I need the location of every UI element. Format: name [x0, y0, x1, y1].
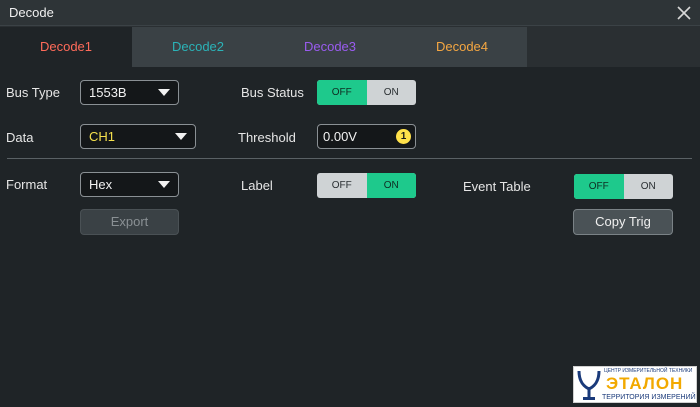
format-select[interactable]: Hex — [80, 172, 179, 197]
event-table-on[interactable]: ON — [624, 174, 674, 199]
copy-trig-button[interactable]: Copy Trig — [573, 209, 673, 235]
decode-tabs: Decode1 Decode2 Decode3 Decode4 — [0, 27, 527, 67]
close-button[interactable] — [674, 3, 694, 23]
event-table-label: Event Table — [463, 179, 531, 194]
etalon-logo-icon — [577, 370, 601, 400]
event-table-toggle[interactable]: OFF ON — [574, 174, 673, 199]
bus-type-value: 1553B — [89, 85, 127, 100]
label-toggle-label: Label — [241, 178, 273, 193]
data-source-select[interactable]: CH1 — [80, 124, 196, 149]
tab-label: Decode3 — [303, 39, 357, 54]
watermark-main-text: ЭТАЛОН — [606, 374, 684, 393]
title-bar: Decode — [0, 0, 700, 26]
decode-settings-panel: Bus Type 1553B Bus Status OFF ON Data CH… — [0, 67, 700, 407]
threshold-value: 0.00V — [323, 129, 357, 144]
watermark-bottom-text: ТЕРРИТОРИЯ ИЗМЕРЕНИЙ — [602, 394, 696, 401]
watermark-logo: ЦЕНТР ИЗМЕРИТЕЛЬНОЙ ТЕХНИКИ ЭТАЛОН ТЕРРИ… — [573, 366, 697, 403]
export-button[interactable]: Export — [80, 209, 179, 235]
event-table-off[interactable]: OFF — [574, 174, 624, 199]
divider — [7, 158, 692, 159]
threshold-input[interactable]: 0.00V 1 — [317, 124, 416, 149]
format-value: Hex — [89, 177, 113, 192]
tab-label: Decode1 — [39, 39, 93, 54]
bus-status-on[interactable]: ON — [367, 80, 417, 105]
bus-status-label: Bus Status — [241, 85, 304, 100]
chevron-down-icon — [158, 89, 170, 96]
data-label: Data — [6, 130, 34, 145]
tab-decode1[interactable]: Decode1 — [0, 27, 132, 67]
tab-decode3[interactable]: Decode3 — [264, 27, 396, 67]
tab-label: Decode2 — [171, 39, 225, 54]
label-on[interactable]: ON — [366, 173, 416, 198]
bus-type-select[interactable]: 1553B — [80, 80, 179, 105]
label-toggle[interactable]: OFF ON — [317, 173, 416, 198]
threshold-label: Threshold — [238, 130, 296, 145]
tab-decode2[interactable]: Decode2 — [132, 27, 264, 67]
label-off[interactable]: OFF — [317, 173, 367, 198]
chevron-down-icon — [158, 181, 170, 188]
tab-decode4[interactable]: Decode4 — [396, 27, 528, 67]
data-source-value: CH1 — [89, 129, 116, 144]
bus-status-off[interactable]: OFF — [317, 80, 367, 105]
chevron-down-icon — [175, 133, 187, 140]
bus-status-toggle[interactable]: OFF ON — [317, 80, 416, 105]
close-icon — [677, 6, 691, 20]
format-label: Format — [6, 177, 48, 192]
bus-type-label: Bus Type — [6, 85, 60, 100]
knob-icon: 1 — [396, 129, 411, 144]
window-title: Decode — [9, 5, 54, 20]
tab-label: Decode4 — [435, 39, 489, 54]
